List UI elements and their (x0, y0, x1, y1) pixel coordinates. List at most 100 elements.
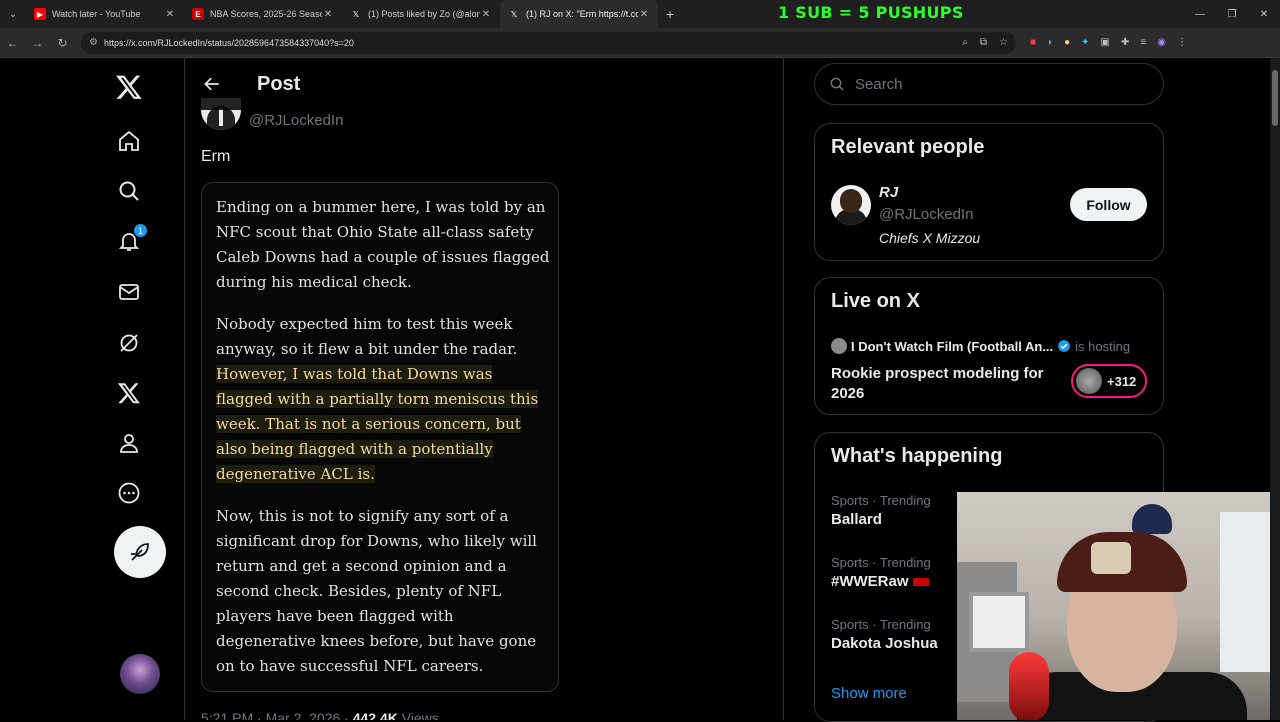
home-icon[interactable] (114, 126, 144, 156)
person-handle[interactable]: @RJLockedIn (879, 206, 973, 223)
highlighted-text: However, I was told that Downs was flagg… (216, 365, 539, 483)
browser-menu-icon[interactable]: ⋮ (1177, 37, 1187, 48)
zoom-icon[interactable]: ⌕ (962, 37, 968, 48)
listener-count: +312 (1107, 373, 1137, 389)
x-favicon-icon: 𝕏 (510, 9, 518, 19)
new-tab-button[interactable]: + (658, 6, 682, 22)
trend-name-text: #WWERaw (831, 573, 909, 590)
install-app-icon[interactable]: ⧉ (980, 37, 987, 48)
image-paragraph: Now, this is not to signify any sort of … (216, 507, 537, 675)
trend-name: #WWERaw (831, 573, 931, 590)
extension-icon[interactable]: ✦ (1081, 37, 1089, 48)
trend-name: Dakota Joshua (831, 635, 938, 652)
paragraph-plain-text: Nobody expected him to test this week an… (216, 315, 518, 358)
extension-icon[interactable]: ● (1064, 37, 1070, 48)
extension-icon[interactable]: ◗ (1047, 37, 1053, 48)
webcam-fireplace (969, 592, 1029, 652)
panel-title: Live on X (831, 290, 920, 312)
tweet-time[interactable]: 5:21 PM · Mar 2, 2026 · (201, 710, 353, 720)
youtube-icon: ▶ (34, 8, 46, 20)
webcam-microphone (1009, 652, 1049, 720)
forward-icon[interactable]: → (25, 36, 50, 50)
window-controls: — ❐ ✕ (1184, 0, 1280, 28)
premium-x-icon[interactable] (114, 378, 144, 408)
browser-tab-bar: ⌄ ▶ Watch later - YouTube ✕ E NBA Scores… (0, 0, 1280, 28)
search-box[interactable] (814, 63, 1164, 105)
follow-button[interactable]: Follow (1070, 188, 1147, 221)
x-favicon-icon: 𝕏 (352, 9, 360, 19)
messages-mail-icon[interactable] (114, 277, 144, 307)
x-logo-icon[interactable] (112, 70, 146, 104)
trend-name: Ballard (831, 511, 882, 528)
browser-tab[interactable]: ▶ Watch later - YouTube ✕ (26, 0, 184, 28)
browser-tab[interactable]: E NBA Scores, 2025-26 Season - E ✕ (184, 0, 342, 28)
close-tab-icon[interactable]: ✕ (638, 9, 650, 20)
bookmark-star-icon[interactable]: ☆ (999, 37, 1008, 48)
trend-meta: Sports · Trending (831, 617, 931, 632)
show-more-link[interactable]: Show more (831, 685, 907, 702)
webcam-background-hat (1132, 504, 1172, 534)
webcam-cap-patch (1091, 542, 1131, 574)
live-host-row[interactable]: I Don't Watch Film (Football An... is ho… (831, 338, 1130, 354)
back-icon[interactable]: ← (0, 36, 25, 50)
tab-search-dropdown-icon[interactable]: ⌄ (0, 0, 26, 28)
tab-title: Watch later - YouTube (52, 9, 141, 19)
notifications-badge: 1 (133, 223, 148, 238)
browser-tab-active[interactable]: 𝕏 (1) RJ on X: "Erm https://t.co/kr ✕ (500, 0, 658, 28)
maximize-icon[interactable]: ❐ (1216, 0, 1248, 28)
tab-title: NBA Scores, 2025-26 Season - E (210, 9, 322, 19)
account-avatar[interactable] (120, 654, 160, 694)
grok-icon[interactable] (114, 328, 144, 358)
espn-icon: E (192, 8, 204, 20)
host-avatar (831, 338, 847, 354)
page-title: Post (257, 72, 301, 95)
attached-text-image[interactable]: Ending on a bummer here, I was told by a… (201, 182, 559, 692)
notifications-bell-icon[interactable]: 1 (114, 223, 148, 256)
profile-person-icon[interactable] (114, 428, 144, 458)
page-scrollbar[interactable] (1270, 58, 1280, 720)
post-header: Post (185, 58, 783, 110)
reading-list-icon[interactable]: ≡ (1140, 37, 1146, 48)
address-bar[interactable]: ⚙ https://x.com/RJLockedIn/status/202859… (81, 31, 1016, 54)
panel-title: What's happening (831, 445, 1003, 467)
stream-banner-text: 1 SUB = 5 PUSHUPS (778, 3, 964, 22)
more-circle-icon[interactable] (114, 478, 144, 508)
reload-icon[interactable]: ↻ (50, 36, 75, 50)
compose-post-button[interactable] (114, 526, 166, 578)
profile-icon[interactable]: ◉ (1157, 37, 1166, 48)
back-arrow-icon[interactable] (201, 73, 223, 95)
space-title[interactable]: Rookie prospect modeling for 2026 (831, 364, 1051, 404)
browser-tab[interactable]: 𝕏 (1) Posts liked by Zo (@alonzo ✕ (342, 0, 500, 28)
listener-count-pill[interactable]: +312 (1071, 364, 1147, 398)
search-input[interactable] (855, 75, 1135, 93)
main-column: Post @RJLockedIn Erm Ending on a bummer … (184, 58, 784, 720)
tweet-timestamp: 5:21 PM · Mar 2, 2026 · 442.4K Views (201, 710, 439, 720)
minimize-icon[interactable]: — (1184, 0, 1216, 28)
hosting-label: is hosting (1075, 338, 1131, 354)
close-window-icon[interactable]: ✕ (1248, 0, 1280, 28)
site-info-icon[interactable]: ⚙ (89, 37, 98, 48)
close-tab-icon[interactable]: ✕ (480, 9, 492, 20)
trend-meta: Sports · Trending (831, 493, 931, 508)
author-handle[interactable]: @RJLockedIn (249, 112, 343, 129)
host-name: I Don't Watch Film (Football An... (851, 338, 1054, 354)
image-paragraph: Ending on a bummer here, I was told by a… (216, 198, 550, 291)
close-tab-icon[interactable]: ✕ (322, 9, 334, 20)
explore-search-icon[interactable] (114, 176, 144, 206)
live-on-x-panel: Live on X I Don't Watch Film (Football A… (814, 277, 1164, 415)
image-paragraph: Nobody expected him to test this week an… (216, 312, 550, 487)
extension-icon[interactable]: ■ (1030, 37, 1036, 48)
relevant-people-panel: Relevant people RJ @RJLockedIn Chiefs X … (814, 123, 1164, 261)
person-name[interactable]: RJ (879, 184, 898, 201)
extension-icon[interactable]: ▣ (1101, 37, 1110, 48)
trend-item[interactable]: Sports · Trending Dakota Joshua (831, 617, 938, 652)
tweet-text: Erm (201, 148, 231, 165)
extensions-puzzle-icon[interactable]: ✚ (1121, 37, 1129, 48)
raw-logo-icon (912, 578, 929, 587)
listener-avatar (1076, 368, 1102, 394)
trend-item[interactable]: Sports · Trending Ballard (831, 493, 931, 528)
person-avatar[interactable] (831, 185, 871, 225)
close-tab-icon[interactable]: ✕ (164, 9, 176, 20)
trend-item[interactable]: Sports · Trending #WWERaw (831, 555, 931, 590)
scrollbar-thumb[interactable] (1272, 70, 1278, 126)
